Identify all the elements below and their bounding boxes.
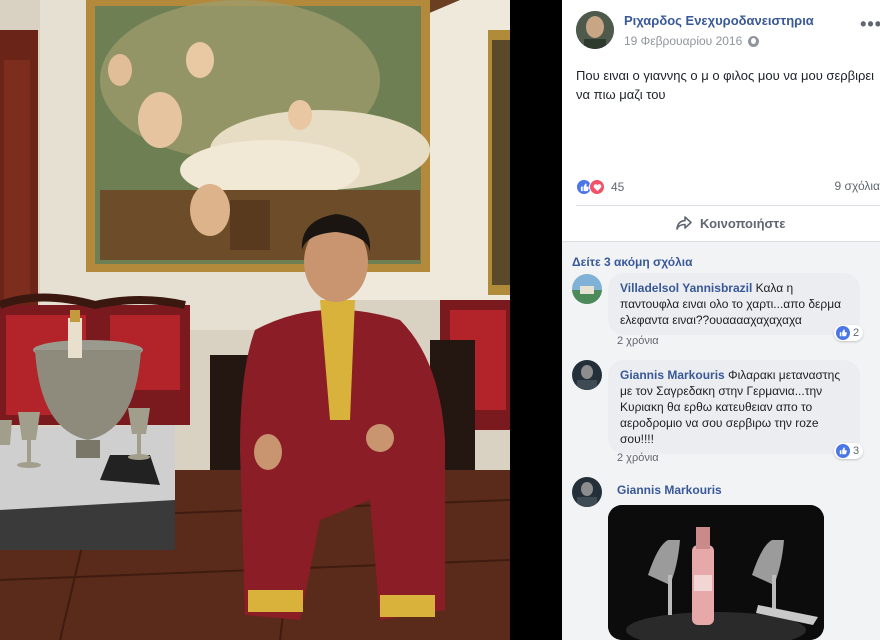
like-icon [836,326,850,340]
photo-scene [0,0,510,640]
post-author-name[interactable]: Ριχαρδος Ενεχυροδανειστηρια [624,13,814,28]
share-label: Κοινοποιήστε [700,215,786,231]
author-avatar[interactable] [576,11,614,49]
globe-icon [748,35,760,47]
share-button[interactable]: Κοινοποιήστε [676,212,785,234]
comment-bubble: Giannis Markouris Φιλαρακι μεταναστης με… [608,360,860,454]
post-text: Που ειναι ο γιαννης ο μ ο φιλος μου να μ… [576,68,875,102]
like-icon [836,444,850,458]
comment-image[interactable] [608,505,824,640]
comment-author[interactable]: Giannis Markouris [620,368,725,382]
reactions-summary[interactable]: 45 [576,178,624,196]
post-date[interactable]: 19 Φεβρουαρίου 2016 [624,34,742,48]
love-reaction-icon [589,179,605,195]
post-meta: 19 Φεβρουαρίου 2016 [624,34,760,48]
share-icon [676,216,692,230]
comment-timestamp[interactable]: 2 χρόνια [617,452,659,464]
comment-like-count[interactable]: 3 [834,443,864,459]
post-photo[interactable] [0,0,510,640]
post-sidebar: Ριχαρδος Ενεχυροδανειστηρια 19 Φεβρουαρί… [562,0,880,640]
like-count-value: 2 [853,327,860,339]
comment-timestamp[interactable]: 2 χρόνια [617,335,659,347]
commenter-avatar[interactable] [572,477,602,507]
comment-bubble: Villadelsol Yannisbrazil Καλα η παντουφλ… [608,273,860,335]
divider [576,205,880,206]
comment-author[interactable]: Villadelsol Yannisbrazil [620,281,752,295]
lightbox-gap [510,0,562,640]
commenter-avatar[interactable] [572,360,602,390]
comments-count-link[interactable]: 9 σχόλια [835,179,880,193]
comments-section: Δείτε 3 ακόμη σχόλια Villadelsol Yannisb… [562,242,880,640]
commenter-avatar[interactable] [572,274,602,304]
comment-like-count[interactable]: 2 [834,325,864,341]
reactions-count: 45 [611,180,625,194]
more-options-button[interactable]: ••• [860,14,880,35]
view-more-comments-link[interactable]: Δείτε 3 ακόμη σχόλια [572,255,692,269]
comment-author[interactable]: Giannis Markouris [617,483,722,497]
post-header: Ριχαρδος Ενεχυροδανειστηρια 19 Φεβρουαρί… [576,10,880,50]
like-count-value: 3 [853,445,860,457]
